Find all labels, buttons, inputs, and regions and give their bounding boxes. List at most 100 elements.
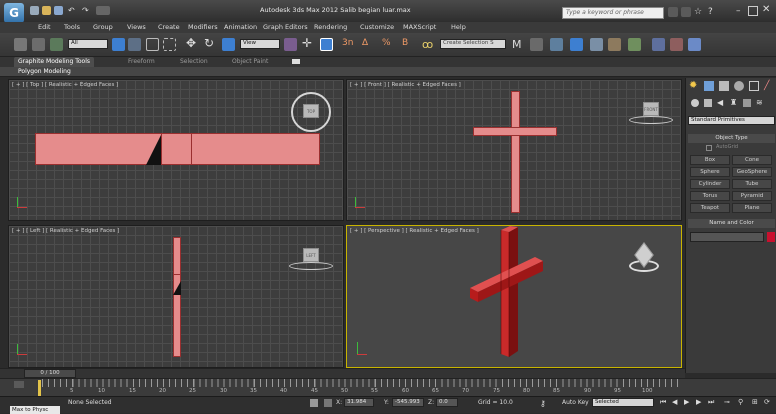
selection-lock-icon[interactable] [310,399,318,407]
plane-button[interactable]: Plane [732,203,772,213]
orbit-icon[interactable]: ⟳ [764,398,772,406]
spinner-snap-icon[interactable]: B [402,38,415,51]
move-icon[interactable]: ✥ [186,37,199,50]
viewport-top-label[interactable]: [ + ] [ Top ] [ Realistic + Edged Faces … [12,82,118,88]
new-file-icon[interactable] [30,6,39,15]
redo-icon[interactable]: ↷ [82,6,91,15]
render-production-icon[interactable] [688,38,701,51]
previous-frame-icon[interactable]: ◀ [672,398,680,406]
tab-graphite-modeling-tools[interactable]: Graphite Modeling Tools [14,57,95,67]
x-coord-input[interactable]: 31.984 [344,398,374,407]
window-crossing-icon[interactable] [163,38,176,51]
current-frame-marker[interactable] [38,380,41,396]
bind-to-space-warp-icon[interactable] [50,38,63,51]
select-manipulate-icon[interactable]: ✛ [302,37,315,50]
time-slider-thumb[interactable]: 0 / 100 [24,369,76,378]
z-coord-input[interactable]: 0.0 [436,398,458,407]
minimize-icon[interactable]: – [736,6,746,16]
search-input[interactable]: Type a keyword or phrase [562,7,664,19]
cone-button[interactable]: Cone [732,155,772,165]
undo-icon[interactable]: ↶ [68,6,77,15]
layer-manager-icon[interactable] [550,38,563,51]
time-slider[interactable]: 0 / 100 [0,368,685,378]
tube-button[interactable]: Tube [732,179,772,189]
hierarchy-tab-icon[interactable] [719,81,729,91]
unlink-selection-icon[interactable] [32,38,45,51]
menu-rendering[interactable]: Rendering [314,22,347,33]
key-mode-toggle-icon[interactable]: ⊸ [724,398,732,406]
select-object-icon[interactable] [112,38,125,51]
menu-graph-editors[interactable]: Graph Editors [263,22,308,33]
goto-end-icon[interactable]: ⏭ [708,398,716,406]
keyboard-shortcut-override-icon[interactable] [320,38,333,51]
autogrid-checkbox[interactable] [706,145,712,151]
binoculars-icon[interactable] [668,7,678,17]
menu-customize[interactable]: Customize [360,22,394,33]
torus-button[interactable]: Torus [690,191,730,201]
zoom-extents-icon[interactable]: ⊞ [752,398,760,406]
cross-horizontal-beam-front[interactable] [473,127,557,136]
track-bar[interactable]: 5 10 15 20 25 30 35 40 45 50 55 60 65 70… [0,378,776,396]
space-warps-icon[interactable]: ≋ [756,99,764,107]
ribbon-minimize-icon[interactable] [292,59,300,64]
menu-help[interactable]: Help [451,22,466,33]
auto-key-button[interactable]: Auto Key [562,399,589,406]
menu-create[interactable]: Create [158,22,180,33]
angle-snap-icon[interactable]: ∆ [362,38,375,51]
create-tab-icon[interactable]: ✹ [689,81,699,91]
rectangular-selection-icon[interactable] [146,38,159,51]
viewport-left-label[interactable]: [ + ] [ Left ] [ Realistic + Edged Faces… [12,228,119,234]
favorites-star-icon[interactable]: ☆ [694,7,704,17]
cameras-icon[interactable]: ♜ [730,99,738,107]
cross-horizontal-beam-top[interactable] [35,133,320,165]
mirror-icon[interactable]: M [512,38,525,51]
viewcube-ring-icon[interactable] [289,262,333,270]
percent-snap-icon[interactable]: % [382,38,395,51]
box-button[interactable]: Box [690,155,730,165]
motion-tab-icon[interactable] [734,81,744,91]
pivot-center-icon[interactable] [284,38,297,51]
viewport-left[interactable]: [ + ] [ Left ] [ Realistic + Edged Faces… [8,225,344,368]
viewport-perspective[interactable]: [ + ] [ Perspective ] [ Realistic + Edge… [346,225,682,368]
select-and-link-icon[interactable] [14,38,27,51]
cross-vertical-beam-left[interactable] [173,237,181,357]
schematic-view-icon[interactable] [608,38,621,51]
tab-freeform[interactable]: Freeform [124,57,159,67]
viewcube-left-icon[interactable]: LEFT [303,248,319,262]
save-file-icon[interactable] [54,6,63,15]
object-color-swatch[interactable] [767,232,775,242]
material-editor-icon[interactable] [628,38,641,51]
edit-named-selection-icon[interactable]: ꝏ [422,38,435,51]
object-name-input[interactable] [690,232,764,242]
cylinder-button[interactable]: Cylinder [690,179,730,189]
viewport-front[interactable]: [ + ] [ Front ] [ Realistic + Edged Face… [346,79,682,221]
shapes-icon[interactable] [704,99,712,107]
key-icon[interactable]: ⚷ [540,400,552,408]
polygon-modeling-panel-label[interactable]: Polygon Modeling [18,68,71,75]
curve-editor-icon[interactable] [590,38,603,51]
app-logo-button[interactable]: G [4,3,24,23]
rendered-frame-window-icon[interactable] [670,38,683,51]
rotate-icon[interactable]: ↻ [204,37,217,50]
snaps-toggle-icon[interactable]: 3n [342,38,355,51]
menu-maxscript[interactable]: MAXScript [403,22,436,33]
tab-object-paint[interactable]: Object Paint [228,57,272,67]
tab-selection[interactable]: Selection [176,57,212,67]
lights-icon[interactable]: ◀ [717,99,725,107]
viewport-top[interactable]: [ + ] [ Top ] [ Realistic + Edged Faces … [8,79,344,221]
display-tab-icon[interactable] [749,81,759,91]
scale-icon[interactable] [222,38,235,51]
teapot-button[interactable]: Teapot [690,203,730,213]
viewcube-front-icon[interactable]: FRONT [643,102,659,116]
sphere-button[interactable]: Sphere [690,167,730,177]
maximize-icon[interactable] [748,6,758,16]
selection-filter-dropdown[interactable]: All [68,39,108,49]
next-frame-icon[interactable]: ▶ [696,398,704,406]
menu-group[interactable]: Group [93,22,113,33]
viewport-front-label[interactable]: [ + ] [ Front ] [ Realistic + Edged Face… [350,82,461,88]
help-icon[interactable]: ? [708,6,720,18]
graphite-modeling-toggle-icon[interactable] [570,38,583,51]
menu-views[interactable]: Views [127,22,146,33]
object-type-rollout[interactable]: Object Type [688,134,775,143]
pyramid-button[interactable]: Pyramid [732,191,772,201]
